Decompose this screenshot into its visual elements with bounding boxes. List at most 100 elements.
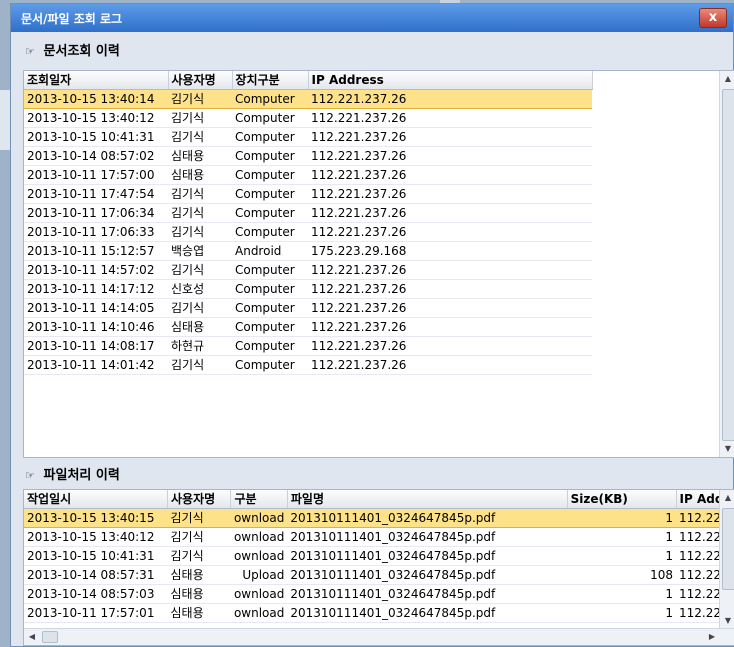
table-row[interactable]: 2013-10-11 14:01:42 김기식 Computer 112.221.23… xyxy=(24,355,592,375)
table-cell: 112.221.237.26 xyxy=(308,279,592,299)
table-row[interactable]: 2013-10-11 14:57:02 김기식 Computer 112.221.23… xyxy=(24,260,592,280)
close-button[interactable]: x xyxy=(699,8,727,28)
table-cell: 2013-10-15 10:41:31 xyxy=(24,127,168,147)
table-cell: Computer xyxy=(232,146,308,166)
table-row[interactable]: 2013-10-14 08:57:31 심태용 Upload 201310111401… xyxy=(24,565,734,585)
column-header[interactable]: 작업일시 xyxy=(24,490,169,509)
table-cell: ownload xyxy=(230,603,288,623)
doc-vertical-scrollbar[interactable]: ▲ ▼ xyxy=(719,71,734,457)
column-header[interactable]: 사용자명 xyxy=(167,490,232,509)
table-cell: 김기식 xyxy=(168,203,232,223)
table-cell: Upload xyxy=(230,565,288,585)
table-cell: Computer xyxy=(232,336,308,356)
table-cell: 신호성 xyxy=(168,279,232,299)
doc-history-table: 조회일자 사용자명 장치구분 IP Address 2013-10-15 13:40:… xyxy=(24,71,593,375)
table-cell: 백승엽 xyxy=(168,241,232,261)
table-row[interactable]: 2013-10-11 14:17:12 신호성 Computer 112.221.23… xyxy=(24,279,592,299)
table-cell: 2013-10-11 14:57:02 xyxy=(24,260,168,280)
table-cell: Computer xyxy=(232,355,308,375)
table-cell: 112.221.237.26 xyxy=(308,89,592,109)
table-row[interactable]: 2013-10-11 14:14:05 김기식 Computer 112.221.23… xyxy=(24,298,592,318)
table-cell: 2013-10-11 14:01:42 xyxy=(24,355,168,375)
table-row[interactable]: 2013-10-15 13:40:14 김기식 Computer 112.221.23… xyxy=(24,89,592,109)
column-header[interactable]: Size(KB) xyxy=(567,490,677,509)
file-scroll-thumb[interactable] xyxy=(722,508,734,590)
table-cell: 175.223.29.168 xyxy=(308,241,592,261)
table-cell: ownload xyxy=(230,546,288,566)
table-cell: 1 xyxy=(567,527,677,547)
table-cell: 112.221.237.26 xyxy=(308,108,592,128)
table-cell: 2013-10-11 14:10:46 xyxy=(24,317,168,337)
doc-section-title: 문서조회 이력 xyxy=(43,44,120,59)
table-cell: 2013-10-11 17:47:54 xyxy=(24,184,168,204)
table-cell: 심태용 xyxy=(168,317,232,337)
table-row[interactable]: 2013-10-15 10:41:31 김기식 ownload 20131011140… xyxy=(24,546,734,566)
doc-history-grid[interactable]: 조회일자 사용자명 장치구분 IP Address 2013-10-15 13:40:… xyxy=(23,70,734,458)
table-cell: 112.221.237.26 xyxy=(308,184,592,204)
file-history-table: 작업일시 사용자명 구분 파일명 Size(KB) IP Add 2013-10-15 1… xyxy=(24,490,734,623)
table-cell: 심태용 xyxy=(167,565,231,585)
doc-scroll-thumb[interactable] xyxy=(722,89,734,441)
table-cell: 201310111401_0324647845p.pdf xyxy=(287,584,568,604)
table-row[interactable]: 2013-10-15 10:41:31 김기식 Computer 112.221.23… xyxy=(24,127,592,147)
file-section-title: 파일처리 이력 xyxy=(43,468,120,483)
file-horizontal-scrollbar[interactable]: ◀ ▶ xyxy=(24,628,734,645)
table-cell: Computer xyxy=(232,184,308,204)
scroll-down-icon[interactable]: ▼ xyxy=(720,613,734,629)
table-cell: ownload xyxy=(230,584,288,604)
table-row[interactable]: 2013-10-11 17:57:00 심태용 Computer 112.221.23… xyxy=(24,165,592,185)
column-header[interactable]: IP Address xyxy=(308,71,593,90)
table-cell: 2013-10-15 13:40:14 xyxy=(24,89,168,109)
table-cell: ownload xyxy=(230,508,288,528)
table-row[interactable]: 2013-10-15 13:40:12 김기식 Computer 112.221.23… xyxy=(24,108,592,128)
table-cell: 201310111401_0324647845p.pdf xyxy=(287,603,568,623)
column-header[interactable]: 조회일자 xyxy=(24,71,169,90)
table-cell: 112.221.237.26 xyxy=(308,146,592,166)
table-cell: Computer xyxy=(232,222,308,242)
table-cell: 1 xyxy=(567,508,677,528)
table-row[interactable]: 2013-10-11 15:12:57 백승엽 Android 175.223.29.… xyxy=(24,241,592,261)
table-cell: 김기식 xyxy=(167,546,231,566)
file-history-grid[interactable]: 작업일시 사용자명 구분 파일명 Size(KB) IP Add 2013-10-15 1… xyxy=(23,489,734,646)
table-cell: Computer xyxy=(232,260,308,280)
table-row[interactable]: 2013-10-15 13:40:15 김기식 ownload 20131011140… xyxy=(24,508,734,528)
column-header[interactable]: 사용자명 xyxy=(168,71,233,90)
table-cell: 심태용 xyxy=(167,584,231,604)
table-cell: 2013-10-11 17:57:01 xyxy=(24,603,168,623)
column-header[interactable]: 구분 xyxy=(230,490,288,509)
table-row[interactable]: 2013-10-11 14:08:17 하현규 Computer 112.221.23… xyxy=(24,336,592,356)
file-section-header: ☞ 파일처리 이력 xyxy=(25,464,120,483)
table-row[interactable]: 2013-10-11 14:10:46 심태용 Computer 112.221.23… xyxy=(24,317,592,337)
table-row[interactable]: 2013-10-15 13:40:12 김기식 ownload 20131011140… xyxy=(24,527,734,547)
table-row[interactable]: 2013-10-11 17:06:33 김기식 Computer 112.221.23… xyxy=(24,222,592,242)
table-cell: 심태용 xyxy=(168,165,232,185)
table-cell: 2013-10-15 13:40:12 xyxy=(24,527,168,547)
scroll-up-icon[interactable]: ▲ xyxy=(720,490,734,506)
scroll-up-icon[interactable]: ▲ xyxy=(720,71,734,87)
scroll-right-icon[interactable]: ▶ xyxy=(704,629,720,645)
table-cell: 112.221.237.26 xyxy=(308,298,592,318)
table-cell: 112.221.237.26 xyxy=(308,165,592,185)
table-cell: 김기식 xyxy=(168,222,232,242)
table-cell: Computer xyxy=(232,203,308,223)
table-cell: 김기식 xyxy=(167,508,231,528)
edit-note-icon: ☞ xyxy=(25,45,35,58)
file-hscroll-thumb[interactable] xyxy=(42,631,58,643)
table-row[interactable]: 2013-10-11 17:57:01 심태용 ownload 20131011140… xyxy=(24,603,734,623)
table-row[interactable]: 2013-10-14 08:57:02 심태용 Computer 112.221.23… xyxy=(24,146,592,166)
scroll-down-icon[interactable]: ▼ xyxy=(720,441,734,457)
table-row[interactable]: 2013-10-11 17:47:54 김기식 Computer 112.221.23… xyxy=(24,184,592,204)
column-header[interactable]: 파일명 xyxy=(287,490,568,509)
title-bar[interactable]: 문서/파일 조회 로그 x xyxy=(11,4,733,32)
file-vertical-scrollbar[interactable]: ▲ ▼ xyxy=(719,490,734,629)
table-cell: 김기식 xyxy=(168,89,232,109)
scroll-left-icon[interactable]: ◀ xyxy=(24,629,40,645)
table-cell: 112.221.237.26 xyxy=(308,127,592,147)
table-cell: 201310111401_0324647845p.pdf xyxy=(287,565,568,585)
table-cell: Android xyxy=(232,241,308,261)
column-header[interactable]: 장치구분 xyxy=(232,71,309,90)
table-cell: 201310111401_0324647845p.pdf xyxy=(287,527,568,547)
table-row[interactable]: 2013-10-11 17:06:34 김기식 Computer 112.221.23… xyxy=(24,203,592,223)
table-row[interactable]: 2013-10-14 08:57:03 심태용 ownload 20131011140… xyxy=(24,584,734,604)
table-cell: 심태용 xyxy=(168,146,232,166)
